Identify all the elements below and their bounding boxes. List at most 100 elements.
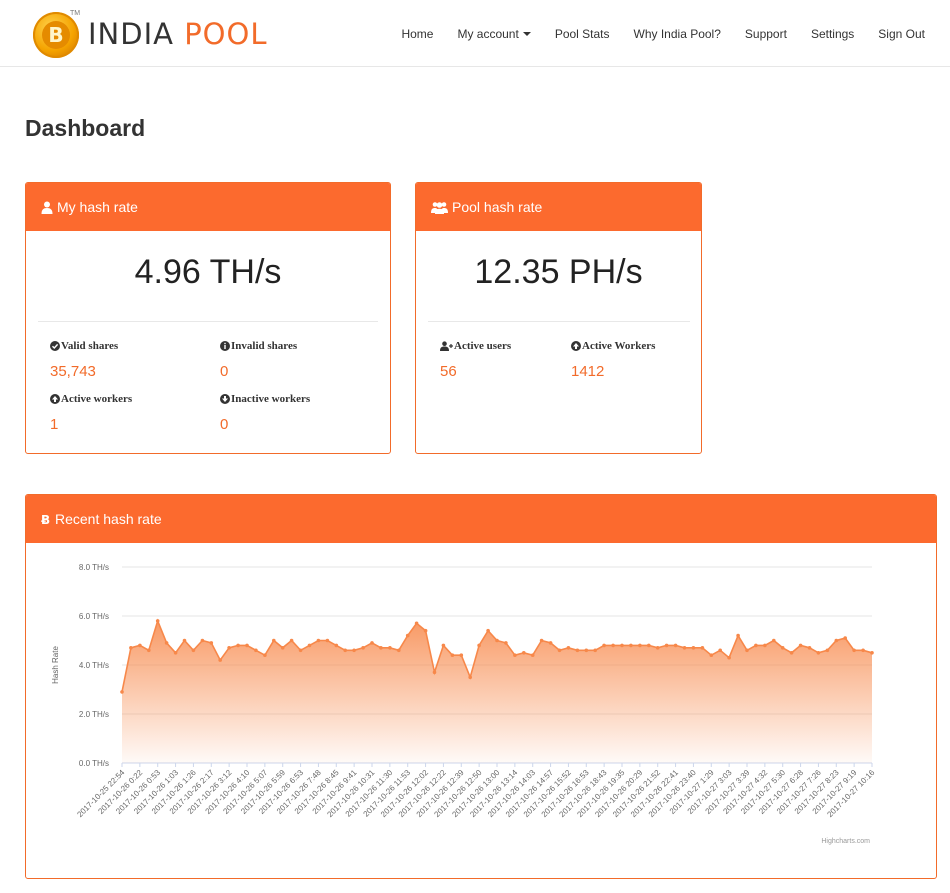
divider xyxy=(38,321,378,322)
inactive-workers-label: Inactive workers xyxy=(220,393,310,405)
nav-settings[interactable]: Settings xyxy=(811,26,854,42)
data-point xyxy=(459,653,464,657)
data-point xyxy=(718,648,722,653)
data-point xyxy=(200,638,205,643)
data-point xyxy=(173,651,178,655)
data-point xyxy=(209,641,214,645)
data-point xyxy=(236,643,240,648)
data-point xyxy=(647,643,651,648)
arrow-up-circle-icon xyxy=(571,341,581,351)
y-tick-label: 6.0 TH/s xyxy=(79,612,109,621)
data-point xyxy=(736,633,740,638)
data-point xyxy=(763,643,767,648)
nav-home[interactable]: Home xyxy=(401,26,433,42)
data-point xyxy=(343,648,348,653)
data-point xyxy=(405,633,410,638)
data-point xyxy=(495,638,499,643)
data-point xyxy=(432,670,437,675)
chevron-down-icon xyxy=(522,32,531,37)
data-point xyxy=(325,638,330,643)
data-point xyxy=(745,648,749,653)
data-point xyxy=(155,619,160,623)
users-icon xyxy=(431,201,448,214)
svg-text:Ƀ: Ƀ xyxy=(41,513,50,526)
data-point xyxy=(129,646,133,650)
data-point xyxy=(263,653,267,657)
data-point xyxy=(298,648,303,653)
y-tick-label: 0.0 TH/s xyxy=(79,759,109,768)
data-point xyxy=(468,675,473,680)
data-point xyxy=(254,648,258,653)
coin-symbol: B xyxy=(42,21,70,49)
data-point xyxy=(861,648,865,653)
invalid-shares-label-text: Invalid shares xyxy=(231,340,298,352)
nav-my-account[interactable]: My account xyxy=(457,26,531,42)
data-point xyxy=(602,643,606,648)
data-point xyxy=(316,638,321,643)
user-plus-icon xyxy=(440,341,453,351)
valid-shares-value: 35,743 xyxy=(50,363,96,380)
user-icon xyxy=(41,201,53,214)
my-hash-rate-header: My hash rate xyxy=(26,183,390,231)
bitcoin-coin-icon: B TM xyxy=(33,10,80,58)
data-point xyxy=(280,646,285,650)
arrow-down-circle-icon xyxy=(220,394,230,404)
my-hash-rate-title: My hash rate xyxy=(57,199,138,215)
pool-hash-rate-panel: Pool hash rate 12.35 PH/s Active users 5… xyxy=(415,182,702,454)
inactive-workers-value: 0 xyxy=(220,416,229,433)
data-point xyxy=(852,648,856,653)
data-point xyxy=(164,641,169,645)
data-point xyxy=(450,653,455,657)
data-point xyxy=(772,638,776,643)
data-point xyxy=(834,638,839,643)
highcharts-credits[interactable]: Highcharts.com xyxy=(821,838,870,845)
info-circle-icon xyxy=(220,341,230,351)
data-point xyxy=(754,643,758,648)
data-point xyxy=(307,643,312,648)
valid-shares-label-text: Valid shares xyxy=(61,340,119,352)
active-users-value: 56 xyxy=(440,363,457,380)
data-point xyxy=(539,638,544,643)
main-nav: Home My account Pool Stats Why India Poo… xyxy=(377,0,925,67)
arrow-up-circle-icon xyxy=(50,394,60,404)
data-point xyxy=(191,648,196,653)
brand-name-part2: POOL xyxy=(184,17,268,51)
data-point xyxy=(477,643,481,648)
top-navbar: B TM INDIA POOL Home My account Pool Sta… xyxy=(0,0,950,67)
pool-hash-rate-title: Pool hash rate xyxy=(452,199,543,215)
india-pool-logo[interactable]: B TM INDIA POOL xyxy=(33,10,273,58)
invalid-shares-value: 0 xyxy=(220,363,229,380)
pool-active-workers-label: Active Workers xyxy=(571,340,655,352)
data-point xyxy=(870,651,874,655)
data-point xyxy=(780,646,785,650)
data-point xyxy=(584,648,589,653)
data-point xyxy=(843,636,847,640)
bitcoin-icon: Ƀ xyxy=(41,513,51,526)
active-users-label-text: Active users xyxy=(454,340,512,352)
brand-name-part1: INDIA xyxy=(88,17,174,51)
nav-pool-stats[interactable]: Pool Stats xyxy=(555,26,610,42)
data-point xyxy=(575,648,580,653)
my-hash-rate-panel: My hash rate 4.96 TH/s Valid shares 35,7… xyxy=(25,182,391,454)
nav-support[interactable]: Support xyxy=(745,26,787,42)
nav-why-india-pool[interactable]: Why India Pool? xyxy=(634,26,721,42)
data-point xyxy=(522,651,526,655)
data-point xyxy=(414,621,419,626)
data-point xyxy=(397,648,401,653)
data-point xyxy=(441,643,446,648)
nav-sign-out[interactable]: Sign Out xyxy=(878,26,925,42)
y-tick-label: 2.0 TH/s xyxy=(79,710,109,719)
data-point xyxy=(218,658,222,662)
data-point xyxy=(727,655,731,660)
active-users-label: Active users xyxy=(440,340,511,352)
data-point xyxy=(629,643,633,648)
brand-name: INDIA POOL xyxy=(88,16,267,52)
check-circle-icon xyxy=(50,341,60,351)
data-point xyxy=(423,628,428,633)
data-point xyxy=(664,643,669,648)
data-point xyxy=(682,646,687,650)
data-point xyxy=(388,646,392,650)
y-tick-label: 4.0 TH/s xyxy=(79,661,109,670)
active-workers-label-text: Active workers xyxy=(61,393,133,405)
pool-hash-rate-value: 12.35 PH/s xyxy=(474,253,643,291)
